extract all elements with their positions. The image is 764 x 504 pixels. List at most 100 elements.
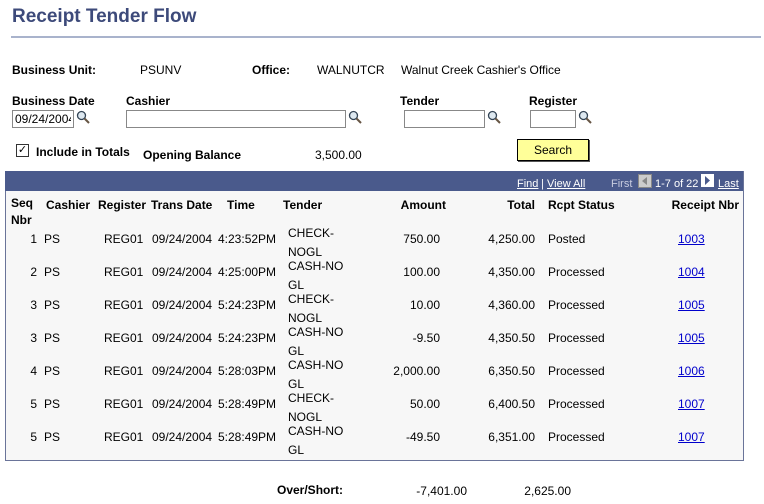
trans-date-cell: 09/24/2004 [152,430,213,444]
trans-date-cell: 09/24/2004 [152,265,213,279]
trans-date-cell: 09/24/2004 [152,397,213,411]
previous-arrow-icon [638,174,652,188]
receipt-nbr-link[interactable]: 1007 [678,430,705,444]
trans-date-cell: 09/24/2004 [152,232,213,246]
receipt-nbr-link[interactable]: 1004 [678,265,705,279]
total-cell: 4,350.00 [488,265,535,279]
business-date-label: Business Date [12,94,95,108]
cashier-cell: PS [44,265,61,279]
header-tender: Tender [283,198,323,212]
opening-balance-label: Opening Balance [143,148,242,162]
cashier-input[interactable] [126,110,346,128]
total-cell: 6,351.00 [488,430,535,444]
receipt-nbr-link[interactable]: 1005 [678,331,705,345]
tender-cell-line2: GL [288,443,305,457]
time-cell: 5:28:49PM [218,430,277,444]
trans-date-cell: 09/24/2004 [152,331,213,345]
time-cell: 4:23:52PM [218,232,277,246]
cashier-cell: PS [44,397,61,411]
cashier-cell: PS [44,331,61,345]
status-cell: Processed [548,265,605,279]
seq-cell: 2 [30,265,37,279]
register-cell: REG01 [104,364,144,378]
search-button[interactable]: Search [517,139,589,161]
business-unit-value: PSUNV [140,63,182,77]
seq-cell: 1 [30,232,37,246]
row-range: 1-7 of 22 [655,178,699,190]
cashier-label: Cashier [126,94,171,108]
header-receipt-nbr: Receipt Nbr [671,198,739,212]
status-cell: Posted [548,232,586,246]
header-nbr: Nbr [11,213,32,227]
tender-cell-line1: CHECK- [288,226,335,240]
time-cell: 5:28:03PM [218,364,277,378]
receipt-nbr-link[interactable]: 1003 [678,232,705,246]
seq-cell: 4 [30,364,37,378]
over-short-value: -7,401.00 [416,484,467,498]
over-short-label: Over/Short: [277,483,344,497]
seq-cell: 5 [30,430,37,444]
tender-cell-line2: GL [288,377,305,391]
tender-cell-line2: NOGL [288,245,323,259]
status-cell: Processed [548,364,605,378]
lookup-icon[interactable] [76,110,90,124]
seq-cell: 3 [30,331,37,345]
total-cell: 4,350.50 [488,331,535,345]
business-date-input[interactable] [12,110,74,128]
include-in-totals-label: Include in Totals [36,145,130,159]
cashier-cell: PS [44,232,61,246]
receipt-nbr-link[interactable]: 1006 [678,364,705,378]
tender-cell-line2: NOGL [288,410,323,424]
amount-cell: 50.00 [409,397,440,411]
amount-cell: 750.00 [403,232,440,246]
register-cell: REG01 [104,397,144,411]
status-cell: Processed [548,298,605,312]
grid-navigation-bar: Find | View All First 1-7 of 22 Last [5,171,743,191]
receipt-grid [5,171,744,461]
lookup-icon[interactable] [348,110,362,124]
seq-cell: 5 [30,397,37,411]
status-cell: Processed [548,430,605,444]
tender-cell-line1: CASH-NO [288,259,344,273]
title-divider [11,36,761,38]
total-cell: 6,400.50 [488,397,535,411]
status-cell: Processed [548,331,605,345]
header-time: Time [227,198,255,212]
include-in-totals-checkbox[interactable]: ✓ [16,144,29,157]
total-cell: 4,360.00 [488,298,535,312]
header-register: Register [98,198,147,212]
header-amount: Amount [400,198,446,212]
over-short-total: 2,625.00 [524,484,571,498]
total-cell: 6,350.50 [488,364,535,378]
total-cell: 4,250.00 [488,232,535,246]
header-rcpt-status: Rcpt Status [548,198,615,212]
find-link[interactable]: Find [517,178,538,190]
lookup-icon[interactable] [578,110,592,124]
trans-date-cell: 09/24/2004 [152,364,213,378]
header-cashier: Cashier [46,198,91,212]
tender-cell-line1: CASH-NO [288,358,344,372]
opening-balance-value: 3,500.00 [315,148,362,162]
office-label: Office: [252,63,291,77]
first-label: First [611,178,633,190]
office-description: Walnut Creek Cashier's Office [401,63,561,77]
tender-cell-line1: CHECK- [288,391,335,405]
time-cell: 5:28:49PM [218,397,277,411]
register-input[interactable] [530,110,576,128]
last-link[interactable]: Last [718,178,739,190]
tender-cell-line2: NOGL [288,311,323,325]
tender-input[interactable] [404,110,485,128]
receipt-nbr-link[interactable]: 1007 [678,397,705,411]
header-total: Total [507,198,535,212]
next-arrow-icon[interactable] [701,174,714,187]
receipt-nbr-link[interactable]: 1005 [678,298,705,312]
register-cell: REG01 [104,232,144,246]
header-trans-date: Trans Date [151,198,213,212]
separator: | [541,178,544,190]
amount-cell: -49.50 [405,430,440,444]
page-title: Receipt Tender Flow [12,6,197,27]
view-all-link[interactable]: View All [547,178,585,190]
register-cell: REG01 [104,298,144,312]
time-cell: 4:25:00PM [218,265,277,279]
lookup-icon[interactable] [487,110,501,124]
